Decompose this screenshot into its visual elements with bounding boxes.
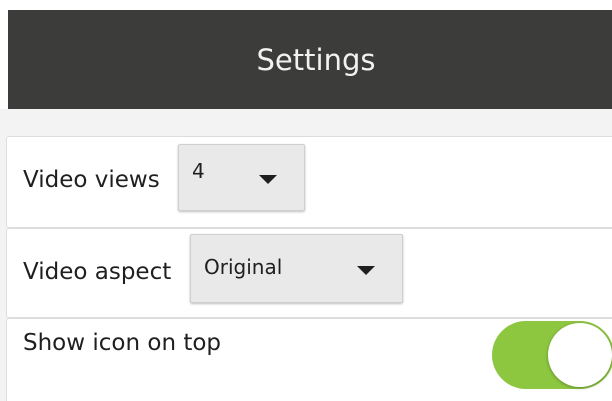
video-aspect-dropdown[interactable]: Original [190, 234, 403, 303]
top-strip [0, 0, 612, 10]
caret-down-icon [259, 175, 277, 184]
toggle-knob [548, 323, 612, 387]
video-views-dropdown[interactable]: 4 [178, 144, 305, 211]
video-views-label: Video views [23, 167, 160, 193]
video-views-value: 4 [192, 159, 205, 183]
show-icon-on-top-label: Show icon on top [23, 330, 222, 356]
show-icon-on-top-toggle[interactable] [492, 321, 612, 389]
settings-list: Video views 4 Video aspect Original Show… [0, 109, 612, 401]
setting-row-video-views: Video views 4 [6, 136, 612, 228]
video-aspect-value: Original [204, 255, 283, 279]
page-title: Settings [256, 42, 376, 77]
settings-screen: Settings Video views 4 Video aspect Orig… [0, 0, 612, 401]
setting-row-video-aspect: Video aspect Original [6, 228, 612, 318]
caret-down-icon [357, 266, 375, 275]
video-aspect-label: Video aspect [23, 259, 172, 285]
title-bar: Settings [8, 10, 612, 109]
